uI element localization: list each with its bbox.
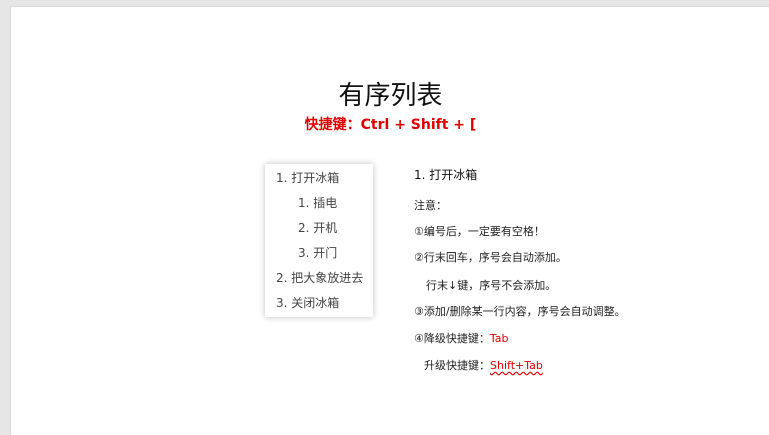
shortcut-caption: 快捷键：Ctrl + Shift + [ [304,117,477,133]
note-line: ①编号后，一定要有空格！ [414,225,545,238]
slide-canvas[interactable]: 有序列表 快捷键：Ctrl + Shift + [ 1. 打开冰箱 1. 插电 … [10,6,769,435]
list-item: 2. 把大象放进去 [276,271,364,285]
shortcut-key: Tab [489,332,509,345]
list-item: 1. 打开冰箱 [276,171,340,185]
notes-intro: 注意： [414,199,447,212]
note-line: ②行末回车，序号会自动添加。 [414,251,567,264]
example-list-box[interactable]: 1. 打开冰箱 1. 插电 2. 开机 3. 开门 2. 把大象放进去 3. 关… [265,164,373,317]
note-line-text: ④降级快捷键： [414,332,490,345]
list-item: 3. 关闭冰箱 [276,296,340,310]
slide-title: 有序列表 [338,81,443,111]
note-line: 行末↓键，序号不会添加。 [426,279,557,292]
note-line: 升级快捷键：Shift+Tab [424,357,543,373]
notes-heading: 1. 打开冰箱 [414,168,478,182]
list-item: 3. 开门 [298,246,338,260]
list-item: 1. 插电 [298,196,338,210]
list-item: 2. 开机 [298,221,338,235]
shortcut-key: Shift+Tab [490,359,543,372]
note-line: ④降级快捷键：Tab [414,330,509,346]
note-line-text: 升级快捷键： [424,359,490,372]
note-line: ③添加/删除某一行内容，序号会自动调整。 [414,305,626,318]
